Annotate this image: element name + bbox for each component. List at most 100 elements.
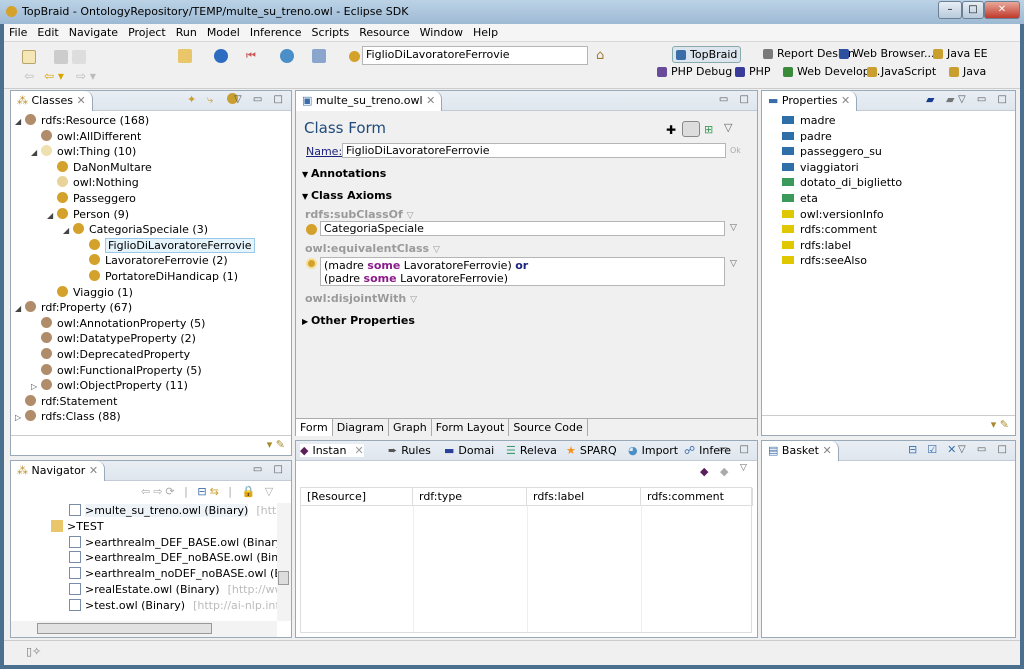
property-filter[interactable]: ▾ ✎ xyxy=(762,415,1015,435)
menu-file[interactable]: File xyxy=(4,24,32,39)
create-instance-icon[interactable]: ◆ xyxy=(700,465,708,478)
expand-toggle[interactable]: ▷ xyxy=(15,410,25,426)
column-header[interactable]: rdf:type xyxy=(413,488,527,506)
editor-tab-source-code[interactable]: Source Code xyxy=(509,419,588,436)
tree-item[interactable]: ◢ rdfs:Resource (168) xyxy=(15,113,149,129)
tree-item[interactable]: ◢ Person (9) xyxy=(47,207,129,223)
tree-item[interactable]: FiglioDiLavoratoreFerrovie xyxy=(79,237,255,254)
close-tab-icon[interactable]: ✕ xyxy=(354,444,363,457)
tab-properties[interactable]: ▬ Properties ✕ xyxy=(762,91,858,111)
filter-icon[interactable]: ▾ ✎ xyxy=(267,438,285,451)
menu-run[interactable]: Run xyxy=(171,24,202,39)
tree-item[interactable]: Viaggio (1) xyxy=(47,285,133,301)
tree-item[interactable]: DaNonMultare xyxy=(47,160,152,176)
close-button[interactable]: ✕ xyxy=(984,1,1020,19)
view-controls[interactable]: ▭ □ xyxy=(253,464,287,475)
subclassof-menu[interactable]: ▽ xyxy=(730,223,737,233)
property-item[interactable]: rdfs:seeAlso xyxy=(782,253,867,269)
perspective-topbraid[interactable]: TopBraid xyxy=(672,46,742,63)
tree-item[interactable]: owl:FunctionalProperty (5) xyxy=(31,363,202,379)
tab-navigator[interactable]: ⁂ Navigator ✕ xyxy=(11,461,106,481)
layout-grid-icon[interactable]: ⊞ xyxy=(704,123,713,136)
instances-tab-instan[interactable]: ◆ Instan ✕ xyxy=(300,444,364,457)
property-item[interactable]: madre xyxy=(782,113,836,129)
tree-item[interactable]: owl:AnnotationProperty (5) xyxy=(31,316,205,332)
globe-icon[interactable] xyxy=(280,49,294,63)
menu-resource[interactable]: Resource xyxy=(354,24,414,39)
instances-tab-rules[interactable]: ➨ Rules xyxy=(388,444,431,457)
expand-toggle[interactable]: ◢ xyxy=(15,301,25,317)
add-subclass-icon[interactable]: ⤷ xyxy=(207,93,213,107)
editor-tab-form[interactable]: Form xyxy=(296,419,333,436)
annotations-section[interactable]: ▼ Annotations xyxy=(302,167,386,180)
expand-toggle[interactable]: ◢ xyxy=(63,223,73,239)
class-axioms-section[interactable]: ▼ Class Axioms xyxy=(302,189,392,202)
maximize-button[interactable]: □ xyxy=(962,1,984,19)
menu-help[interactable]: Help xyxy=(468,24,503,39)
tree-item[interactable]: rdf:Statement xyxy=(15,394,117,410)
tree-item[interactable]: owl:DeprecatedProperty xyxy=(31,347,190,363)
tree-item[interactable]: owl:AllDifferent xyxy=(31,129,141,145)
expand-toggle[interactable]: ◢ xyxy=(31,145,41,161)
tab-classes[interactable]: ⁂ Classes ✕ xyxy=(11,91,93,111)
back-disabled-icon[interactable]: ⇦ xyxy=(24,69,34,83)
minimize-button[interactable]: – xyxy=(938,1,962,19)
expand-toggle[interactable]: ◢ xyxy=(15,114,25,130)
add-widget-icon[interactable]: ✚ xyxy=(666,123,676,137)
home-icon[interactable]: ⌂ xyxy=(596,48,604,63)
save-icon[interactable] xyxy=(54,50,68,64)
property-item[interactable]: rdfs:comment xyxy=(782,222,877,238)
editor-tab-diagram[interactable]: Diagram xyxy=(333,419,389,436)
vertical-scrollbar[interactable] xyxy=(277,503,291,621)
editor-tab-graph[interactable]: Graph xyxy=(389,419,432,436)
equivalentclass-menu[interactable]: ▽ xyxy=(730,259,737,269)
property-item[interactable]: passeggero_su xyxy=(782,144,882,160)
class-filter[interactable]: ▾ ✎ xyxy=(11,435,291,455)
tree-item[interactable]: PortatoreDiHandicap (1) xyxy=(79,269,238,285)
tree-item[interactable]: ◢ rdf:Property (67) xyxy=(15,300,132,316)
menu-navigate[interactable]: Navigate xyxy=(64,24,123,39)
column-header[interactable]: rdfs:label xyxy=(527,488,641,506)
property-item[interactable]: eta xyxy=(782,191,818,207)
tree-item[interactable]: Passeggero xyxy=(47,191,136,207)
import-icon[interactable] xyxy=(178,49,192,63)
back-icon[interactable]: ⇦ ▾ xyxy=(44,69,64,83)
delete-property-icon[interactable]: ▰ xyxy=(946,93,954,106)
tree-item[interactable]: ▷ owl:ObjectProperty (11) xyxy=(31,378,188,394)
perspective-php[interactable]: PHP xyxy=(732,64,774,79)
navigator-item[interactable]: >TEST xyxy=(51,519,112,535)
property-item[interactable]: padre xyxy=(782,129,832,145)
perspective-web-browser-[interactable]: Web Browser... xyxy=(836,46,938,61)
tree-item[interactable]: ◢ CategoriaSpeciale (3) xyxy=(63,222,208,238)
run-icon[interactable] xyxy=(214,49,228,63)
name-link[interactable]: Name: xyxy=(306,145,342,158)
property-item[interactable]: owl:versionInfo xyxy=(782,207,884,223)
new-icon[interactable] xyxy=(22,50,36,64)
menu-scripts[interactable]: Scripts xyxy=(307,24,355,39)
step-back-icon[interactable]: ⏮ xyxy=(246,49,260,63)
subclassof-field[interactable]: CategoriaSpeciale xyxy=(320,221,725,236)
instances-tab-domai[interactable]: ▬ Domai xyxy=(444,444,494,457)
navigator-item[interactable]: >earthrealm_DEF_noBASE.owl (Binary) xyxy=(69,550,277,566)
tab-basket[interactable]: ▤ Basket ✕ xyxy=(762,441,839,461)
menu-window[interactable]: Window xyxy=(415,24,468,39)
document-icon[interactable] xyxy=(312,49,326,63)
resource-field[interactable]: FiglioDiLavoratoreFerrovie xyxy=(362,46,588,65)
fast-view-icon[interactable]: ▯✧ xyxy=(26,645,41,658)
menu-edit[interactable]: Edit xyxy=(32,24,63,39)
view-menu-icon[interactable]: ▽ xyxy=(740,463,747,473)
perspective-php-debug[interactable]: PHP Debug xyxy=(654,64,735,79)
view-controls[interactable]: ▽ ▭ □ xyxy=(958,444,1011,455)
view-controls[interactable]: ▭ □ xyxy=(719,444,753,455)
print-icon[interactable] xyxy=(72,50,86,64)
column-header[interactable]: [Resource] xyxy=(301,488,413,506)
tree-item[interactable]: LavoratoreFerrovie (2) xyxy=(79,253,228,269)
view-controls[interactable]: ▽ ▭ □ xyxy=(234,94,287,105)
instances-tab-releva[interactable]: ☰ Releva xyxy=(506,444,557,457)
add-class-icon[interactable]: ✦ xyxy=(187,93,196,106)
tree-item[interactable]: owl:DatatypeProperty (2) xyxy=(31,331,196,347)
menu-project[interactable]: Project xyxy=(123,24,171,39)
property-item[interactable]: rdfs:label xyxy=(782,238,851,254)
ok-button[interactable]: Ok xyxy=(730,146,741,155)
forward-icon[interactable]: ⇨ ▾ xyxy=(76,69,96,83)
